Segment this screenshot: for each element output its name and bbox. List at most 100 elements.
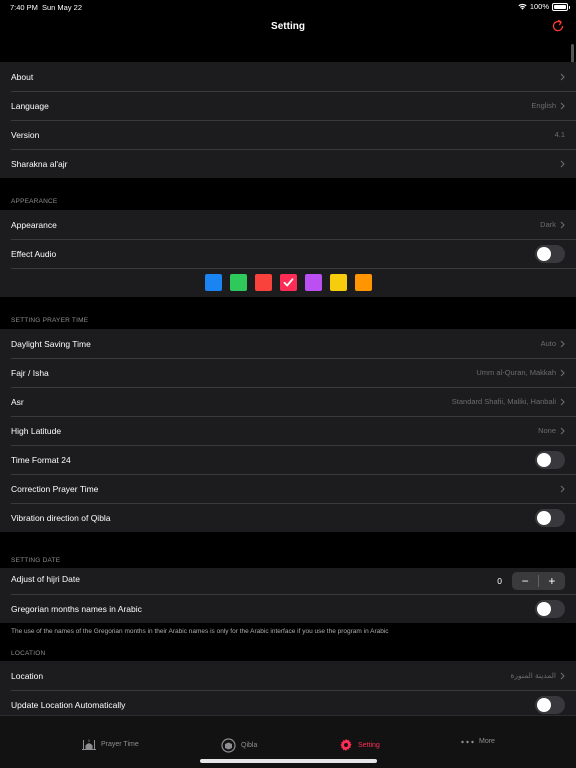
hijri-value: 0: [497, 576, 502, 586]
effect-audio-label: Effect Audio: [11, 248, 57, 259]
chevron-right-icon: [560, 398, 565, 405]
color-swatch[interactable]: [279, 274, 297, 291]
vibration-label: Vibration direction of Qibla: [11, 512, 111, 523]
appearance-label: Appearance: [11, 219, 57, 230]
general-group: About Language English Version 4.1 Shara…: [0, 62, 576, 178]
hijri-label: Adjust of hijri Date: [11, 574, 80, 584]
daylight-label: Daylight Saving Time: [11, 338, 91, 349]
color-swatch[interactable]: [204, 274, 222, 291]
high-latitude-label: High Latitude: [11, 425, 62, 436]
daylight-value: Auto: [540, 339, 556, 348]
tab-more[interactable]: More: [461, 738, 495, 745]
time-format-toggle[interactable]: [535, 450, 565, 469]
date-group: Adjust of hijri Date 0 − + Gregorian mon…: [0, 568, 576, 623]
vibration-row: Vibration direction of Qibla: [0, 503, 576, 532]
chevron-right-icon: [560, 427, 565, 434]
decrement-button[interactable]: −: [512, 572, 538, 590]
color-swatch[interactable]: [304, 274, 322, 291]
tab-setting[interactable]: Setting: [339, 738, 380, 752]
tab-prayer-time-label: Prayer Time: [101, 740, 139, 748]
color-swatch[interactable]: [254, 274, 272, 291]
version-label: Version: [11, 129, 40, 140]
refresh-icon[interactable]: [551, 19, 565, 33]
vibration-toggle[interactable]: [535, 508, 565, 527]
location-group: Location المدينة المنورة Update Location…: [0, 661, 576, 719]
hijri-stepper-wrap: 0 − +: [497, 572, 565, 590]
hijri-row: Adjust of hijri Date 0 − +: [0, 568, 576, 594]
tab-qibla[interactable]: Qibla: [221, 738, 257, 753]
gregorian-note: The use of the names of the Gregorian mo…: [11, 628, 389, 635]
gregorian-row: Gregorian months names in Arabic: [0, 594, 576, 623]
appearance-group: Appearance Dark Effect Audio: [0, 210, 576, 297]
home-indicator: [200, 759, 377, 763]
tab-qibla-label: Qibla: [241, 742, 258, 749]
asr-row[interactable]: Asr Standard Shafii, Maliki, Hanbali: [0, 387, 576, 416]
prayer-header: SETTING PRAYER TIME: [11, 317, 89, 324]
battery-icon: [552, 2, 570, 11]
chevron-right-icon: [560, 160, 565, 167]
chevron-right-icon: [560, 221, 565, 228]
chevron-right-icon: [560, 73, 565, 80]
color-swatch[interactable]: [229, 274, 247, 291]
sharakna-row[interactable]: Sharakna al'ajr: [0, 149, 576, 178]
hijri-stepper: − +: [512, 572, 565, 590]
language-value: English: [531, 101, 556, 110]
language-row[interactable]: Language English: [0, 91, 576, 120]
tab-setting-label: Setting: [358, 741, 380, 749]
high-latitude-row[interactable]: High Latitude None: [0, 416, 576, 445]
location-label: Location: [11, 670, 44, 681]
asr-label: Asr: [11, 396, 24, 407]
fajr-isha-label: Fajr / Isha: [11, 367, 49, 378]
about-row[interactable]: About: [0, 62, 576, 91]
fajr-isha-value: Umm al-Quran, Makkah: [476, 368, 556, 377]
chevron-right-icon: [560, 369, 565, 376]
mosque-icon: [82, 739, 96, 750]
version-row: Version 4.1: [0, 120, 576, 149]
effect-audio-row: Effect Audio: [0, 239, 576, 268]
version-value: 4.1: [554, 130, 565, 139]
effect-audio-toggle[interactable]: [535, 244, 565, 263]
update-location-toggle[interactable]: [535, 695, 565, 714]
date-header: SETTING DATE: [11, 557, 61, 564]
about-label: About: [11, 71, 34, 82]
appearance-value: Dark: [540, 220, 556, 229]
checkmark-icon: [283, 278, 293, 287]
color-swatches: [0, 268, 576, 297]
tab-prayer-time[interactable]: Prayer Time: [82, 738, 139, 750]
time-format-row: Time Format 24: [0, 445, 576, 474]
status-right: 100%: [518, 2, 570, 11]
gear-icon: [340, 738, 352, 752]
language-label: Language: [11, 100, 49, 111]
location-header: LOCATION: [11, 650, 46, 657]
correction-row[interactable]: Correction Prayer Time: [0, 474, 576, 503]
wifi-icon: [518, 3, 527, 10]
daylight-row[interactable]: Daylight Saving Time Auto: [0, 329, 576, 358]
appearance-row[interactable]: Appearance Dark: [0, 210, 576, 239]
increment-button[interactable]: +: [539, 572, 565, 590]
battery-percent: 100%: [529, 2, 549, 11]
gregorian-toggle[interactable]: [535, 599, 565, 618]
location-value: المدينة المنورة: [510, 671, 557, 680]
status-time: 7:40 PM: [10, 3, 38, 12]
prayer-group: Daylight Saving Time Auto Fajr / Isha Um…: [0, 329, 576, 532]
more-dots-icon: [461, 740, 474, 743]
gregorian-label: Gregorian months names in Arabic: [11, 603, 142, 614]
time-format-label: Time Format 24: [11, 454, 71, 465]
update-location-label: Update Location Automatically: [11, 699, 126, 710]
location-row[interactable]: Location المدينة المنورة: [0, 661, 576, 690]
chevron-right-icon: [560, 102, 565, 109]
chevron-right-icon: [560, 672, 565, 679]
status-date: Sun May 22: [42, 3, 83, 12]
color-swatch[interactable]: [329, 274, 347, 291]
status-bar: 7:40 PM Sun May 22 100%: [0, 0, 576, 16]
chevron-right-icon: [560, 485, 565, 492]
high-latitude-value: None: [538, 426, 556, 435]
fajr-isha-row[interactable]: Fajr / Isha Umm al-Quran, Makkah: [0, 358, 576, 387]
kaaba-icon: [221, 738, 236, 753]
tab-more-label: More: [479, 738, 495, 745]
appearance-header: APPEARANCE: [11, 198, 58, 205]
color-swatch[interactable]: [354, 274, 372, 291]
sharakna-label: Sharakna al'ajr: [11, 158, 68, 169]
page-title: Setting: [271, 21, 305, 32]
chevron-right-icon: [560, 340, 565, 347]
